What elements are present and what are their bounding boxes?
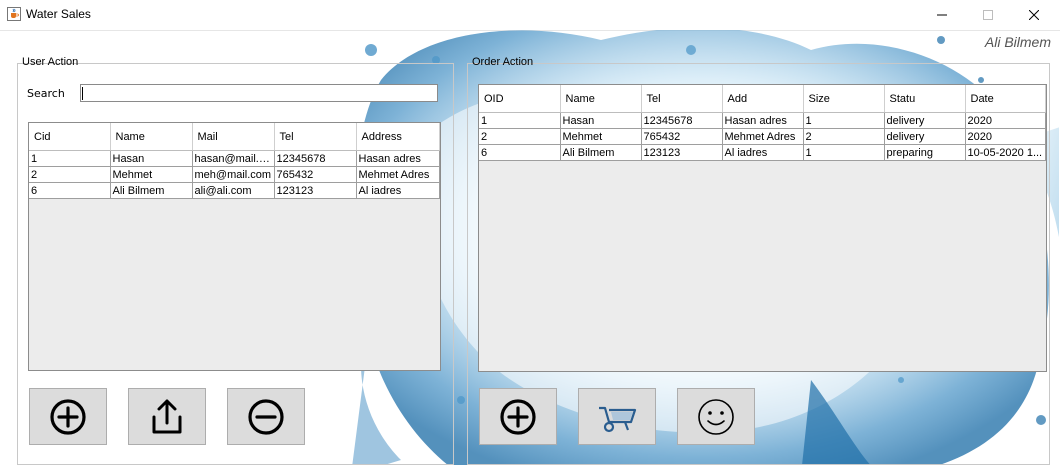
column-header-tel[interactable]: Tel [641, 85, 723, 113]
wheelbarrow-icon [599, 406, 637, 432]
table-cell[interactable]: Hasan [560, 112, 642, 129]
table-cell[interactable]: 10-05-2020 1... [965, 144, 1046, 161]
table-row[interactable]: 2 Mehmet meh@mail.com 765432 Mehmet Adre… [29, 166, 440, 183]
window-title: Water Sales [26, 7, 91, 21]
minimize-button[interactable] [919, 0, 965, 30]
table-cell[interactable]: 12345678 [641, 112, 723, 129]
column-header-tel[interactable]: Tel [274, 123, 357, 151]
add-user-button[interactable] [29, 388, 107, 445]
table-cell[interactable]: hasan@mail.com [192, 150, 275, 167]
table-cell[interactable]: preparing [884, 144, 966, 161]
table-cell[interactable]: delivery [884, 128, 966, 145]
table-cell[interactable]: 1 [803, 144, 885, 161]
table-cell[interactable]: meh@mail.com [192, 166, 275, 183]
search-input[interactable] [80, 84, 438, 102]
table-cell[interactable]: Hasan adres [722, 112, 804, 129]
table-cell[interactable]: Mehmet [560, 128, 642, 145]
table-cell[interactable]: 765432 [641, 128, 723, 145]
java-cup-icon [7, 7, 21, 21]
complete-order-button[interactable] [677, 388, 755, 445]
column-header-add[interactable]: Add [722, 85, 804, 113]
user-action-title: User Action [22, 56, 79, 68]
column-header-oid[interactable]: OID [479, 85, 561, 113]
table-cell[interactable]: 123123 [274, 182, 357, 199]
remove-circle-icon [248, 398, 284, 435]
table-cell[interactable]: Al iadres [722, 144, 804, 161]
table-row[interactable]: 6 Ali Bilmem 123123 Al iadres 1 preparin… [479, 144, 1046, 161]
table-cell[interactable]: 2 [803, 128, 885, 145]
table-cell[interactable]: Mehmet [110, 166, 193, 183]
table-cell[interactable]: Hasan adres [356, 150, 440, 167]
current-user-label: Ali Bilmem [984, 34, 1051, 50]
text-caret [82, 87, 83, 100]
title-bar: Water Sales [0, 0, 1060, 31]
update-user-button[interactable] [128, 388, 206, 445]
table-cell[interactable]: Hasan [110, 150, 193, 167]
table-cell[interactable]: 12345678 [274, 150, 357, 167]
table-row[interactable]: 1 Hasan 12345678 Hasan adres 1 delivery … [479, 112, 1046, 129]
table-cell[interactable]: 2020 [965, 112, 1046, 129]
minimize-icon [937, 14, 947, 16]
close-button[interactable] [1011, 0, 1057, 30]
table-cell[interactable]: 123123 [641, 144, 723, 161]
table-cell[interactable]: Al iadres [356, 182, 440, 199]
add-circle-icon [500, 398, 536, 435]
column-header-size[interactable]: Size [803, 85, 885, 113]
table-row[interactable]: 6 Ali Bilmem ali@ali.com 123123 Al iadre… [29, 182, 440, 199]
column-header-address[interactable]: Address [356, 123, 440, 151]
table-cell[interactable]: 2 [479, 128, 561, 145]
delete-user-button[interactable] [227, 388, 305, 445]
table-row[interactable]: 2 Mehmet 765432 Mehmet Adres 2 delivery … [479, 128, 1046, 145]
smiley-icon [698, 398, 734, 435]
share-upload-icon [152, 399, 182, 433]
order-action-title: Order Action [472, 56, 534, 68]
column-header-name[interactable]: Name [560, 85, 642, 113]
table-cell[interactable]: Ali Bilmem [560, 144, 642, 161]
table-cell[interactable]: 2020 [965, 128, 1046, 145]
table-cell[interactable]: ali@ali.com [192, 182, 275, 199]
table-row[interactable]: 1 Hasan hasan@mail.com 12345678 Hasan ad… [29, 150, 440, 167]
table-cell[interactable]: 6 [29, 182, 111, 199]
table-cell[interactable]: 1 [479, 112, 561, 129]
column-header-mail[interactable]: Mail [192, 123, 275, 151]
maximize-icon [983, 10, 993, 20]
close-icon [1029, 10, 1039, 20]
customer-table[interactable]: Cid Name Mail Tel Address 1 Hasan hasan@… [28, 122, 441, 371]
column-header-date[interactable]: Date [965, 85, 1046, 113]
search-label: Search [27, 87, 65, 100]
maximize-button[interactable] [965, 0, 1011, 30]
column-header-statu[interactable]: Statu [884, 85, 966, 113]
table-cell[interactable]: 6 [479, 144, 561, 161]
table-cell[interactable]: 1 [803, 112, 885, 129]
add-circle-icon [50, 398, 86, 435]
deliver-order-button[interactable] [578, 388, 656, 445]
table-cell[interactable]: delivery [884, 112, 966, 129]
table-cell[interactable]: 2 [29, 166, 111, 183]
main-window-content: Ali Bilmem User Action Search Cid Name M… [1, 30, 1059, 465]
table-cell[interactable]: Ali Bilmem [110, 182, 193, 199]
column-header-cid[interactable]: Cid [29, 123, 111, 151]
table-cell[interactable]: 765432 [274, 166, 357, 183]
add-order-button[interactable] [479, 388, 557, 445]
table-cell[interactable]: 1 [29, 150, 111, 167]
column-header-name[interactable]: Name [110, 123, 193, 151]
table-cell[interactable]: Mehmet Adres [722, 128, 804, 145]
order-table[interactable]: OID Name Tel Add Size Statu Date 1 Hasan… [478, 84, 1047, 372]
table-cell[interactable]: Mehmet Adres [356, 166, 440, 183]
